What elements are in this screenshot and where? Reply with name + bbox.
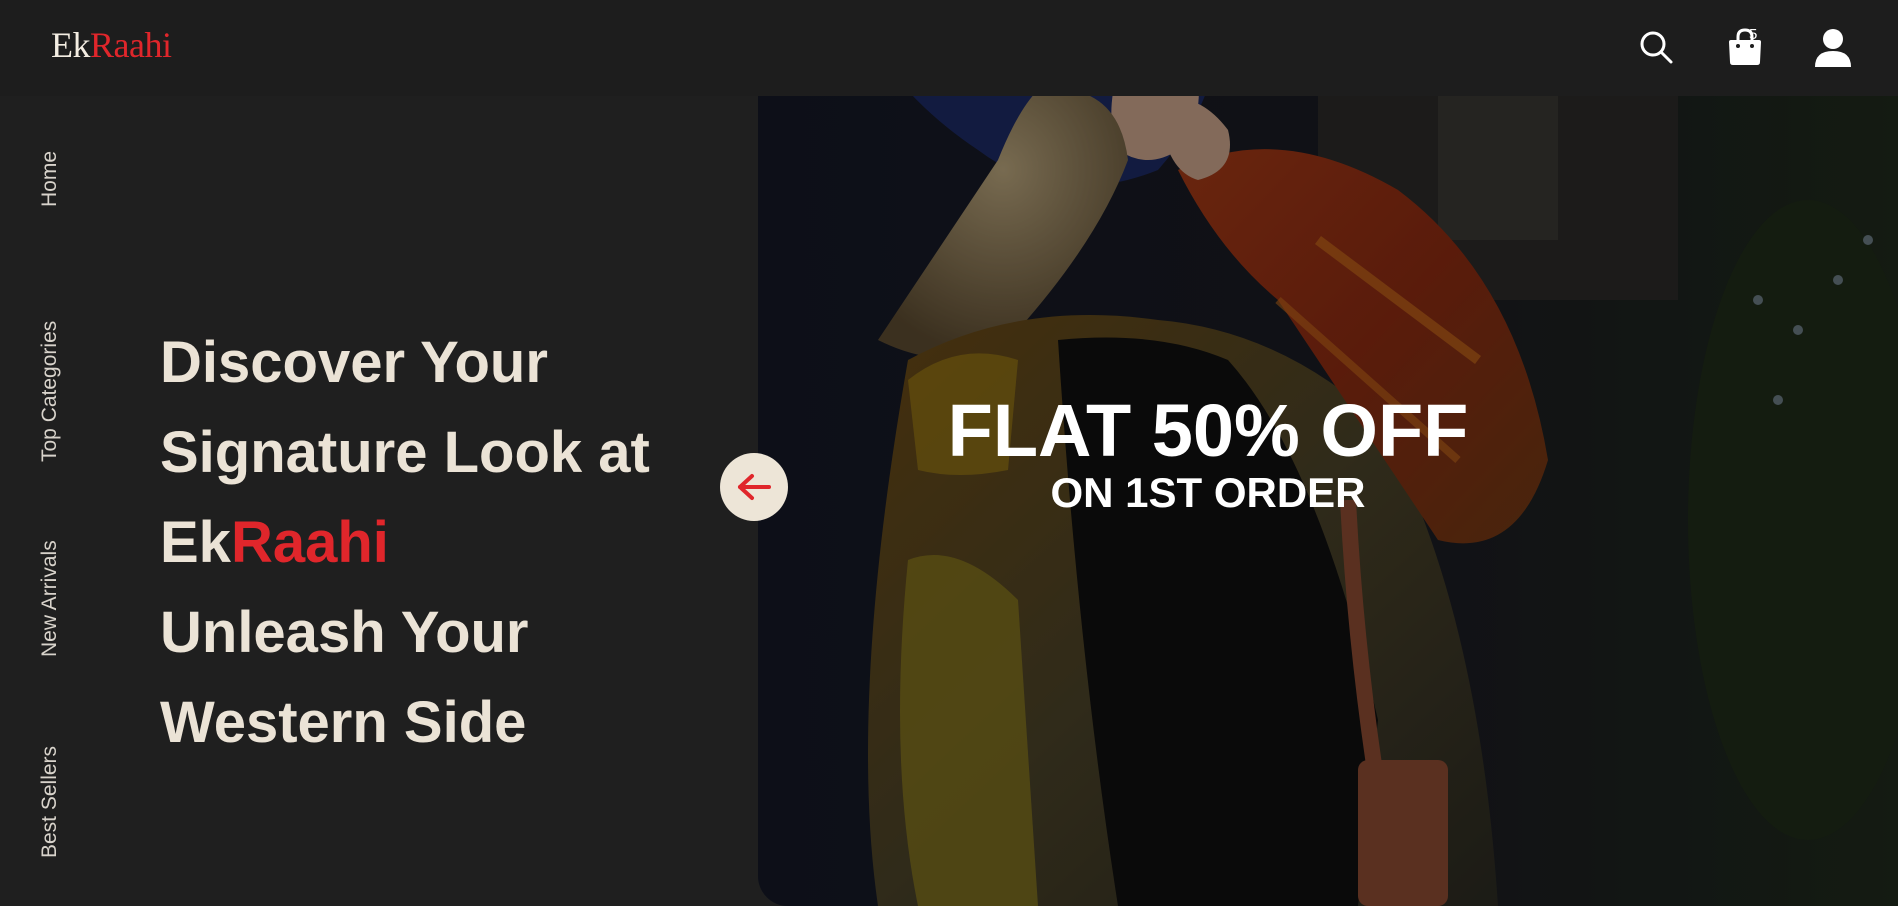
hero-line-5: Western Side xyxy=(160,690,527,755)
side-nav: Home Top Categories New Arrivals Best Se… xyxy=(0,96,80,906)
cart-button[interactable]: 5 xyxy=(1722,24,1768,70)
hero-banner[interactable]: FLAT 50% OFF ON 1ST ORDER xyxy=(758,0,1898,906)
hero-heading: Discover Your Signature Look at EkRaahi … xyxy=(160,318,720,768)
hero-brand-ek: Ek xyxy=(160,510,231,575)
slider-prev-button[interactable] xyxy=(720,453,788,521)
user-icon xyxy=(1815,29,1851,67)
promo-banner: FLAT 50% OFF ON 1ST ORDER xyxy=(758,392,1658,516)
account-button[interactable] xyxy=(1810,24,1856,70)
top-header: EkRaahi 5 xyxy=(0,0,1898,96)
logo-raahi: Raahi xyxy=(90,25,172,65)
hero-line-1: Discover Your xyxy=(160,330,548,395)
search-icon xyxy=(1640,31,1673,64)
hero-line-brand: EkRaahi xyxy=(160,498,720,588)
nav-home[interactable]: Home xyxy=(38,151,62,207)
hero-line-4: Unleash Your xyxy=(160,600,529,665)
shopping-bag-icon xyxy=(1729,28,1761,65)
nav-best-sellers[interactable]: Best Sellers xyxy=(38,746,62,858)
nav-top-categories[interactable]: Top Categories xyxy=(38,321,62,462)
brand-logo[interactable]: EkRaahi xyxy=(51,25,172,65)
hero-line-2: Signature Look at xyxy=(160,420,650,485)
logo-ek: Ek xyxy=(51,25,91,65)
promo-headline: FLAT 50% OFF xyxy=(947,389,1469,472)
cart-count-badge: 5 xyxy=(1749,26,1758,43)
search-button[interactable] xyxy=(1633,24,1679,70)
page: EkRaahi 5 Home Top Categories New Arriva… xyxy=(0,0,1898,906)
hero-brand-raahi: Raahi xyxy=(230,510,389,575)
nav-new-arrivals[interactable]: New Arrivals xyxy=(38,540,62,657)
promo-subline: ON 1ST ORDER xyxy=(1050,469,1366,516)
arrow-left-icon xyxy=(738,474,771,500)
